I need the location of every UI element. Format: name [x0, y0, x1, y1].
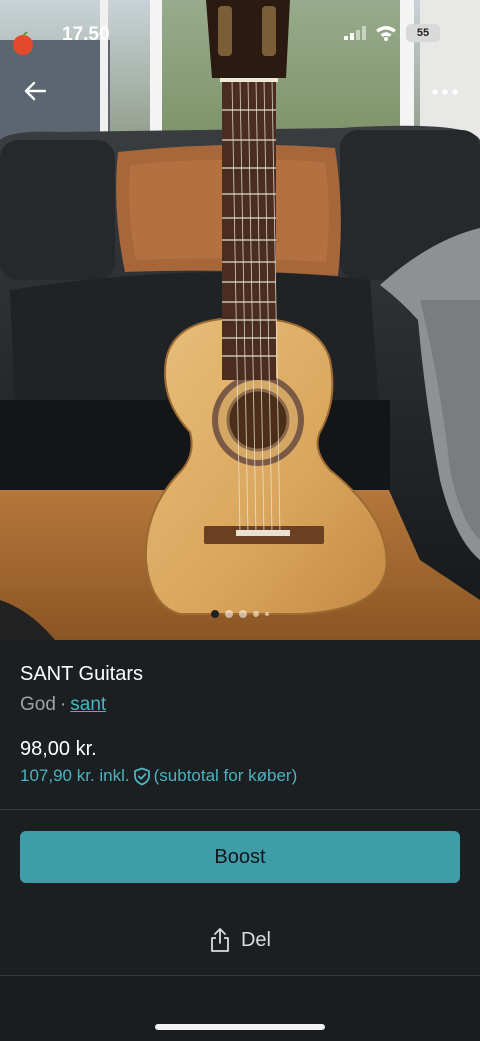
condition-label: God: [20, 694, 56, 715]
pager-dot[interactable]: [253, 611, 259, 617]
apple-app-icon: [13, 31, 33, 55]
share-icon: [211, 928, 229, 952]
status-bar: 17.50 55: [0, 0, 480, 70]
battery-indicator: 55: [406, 24, 440, 42]
more-dots-icon: [432, 89, 458, 95]
price: 98,00 kr.: [20, 738, 97, 760]
guitar-photo-image: [0, 0, 480, 640]
pager-dot[interactable]: [239, 610, 247, 618]
share-label: Del: [240, 928, 271, 951]
pager-dot[interactable]: [225, 610, 233, 618]
listing-photo[interactable]: 17.50 55: [0, 0, 480, 640]
boost-button[interactable]: Boost: [20, 831, 460, 883]
brand-link[interactable]: sant: [70, 694, 106, 715]
price-incl-value: 107,90 kr. inkl.: [20, 766, 130, 785]
share-button[interactable]: Del: [0, 920, 480, 960]
cellular-signal-icon: [344, 26, 366, 40]
wifi-icon: [376, 26, 396, 41]
pager-dot[interactable]: [265, 612, 269, 616]
pager-dot[interactable]: [211, 610, 219, 618]
arrow-left-icon: [24, 81, 46, 101]
price-incl-note: (subtotal for køber): [153, 766, 298, 785]
listing-info: SANT Guitars God · sant: [20, 662, 460, 717]
bottom-area: [0, 976, 480, 1041]
divider: [0, 809, 480, 810]
image-pager[interactable]: [0, 610, 480, 618]
status-time: 17.50: [62, 24, 110, 45]
back-button[interactable]: [20, 76, 50, 106]
home-indicator[interactable]: [155, 1024, 325, 1030]
status-indicators: 55: [344, 24, 440, 42]
listing-meta: God · sant: [20, 693, 460, 717]
more-options-button[interactable]: [430, 80, 460, 104]
listing-title: SANT Guitars: [20, 663, 143, 685]
meta-separator: ·: [59, 694, 67, 715]
shield-check-icon: [133, 767, 150, 785]
price-incl-buyer-protection[interactable]: 107,90 kr. inkl. (subtotal for køber): [20, 766, 297, 786]
